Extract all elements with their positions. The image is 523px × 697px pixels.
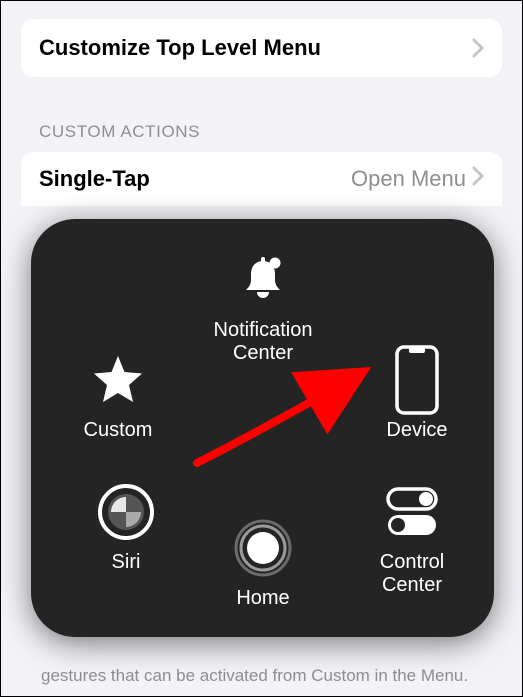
home-button-icon [233, 517, 293, 579]
assistive-notification-center-label: Notification Center [198, 319, 328, 365]
assistive-notification-center[interactable]: Notification Center [198, 249, 328, 365]
assistive-siri-label: Siri [112, 551, 141, 574]
bell-icon [235, 249, 291, 311]
assistive-home[interactable]: Home [198, 517, 328, 610]
assistive-custom[interactable]: Custom [53, 349, 183, 442]
footer-description: gestures that can be activated from Cust… [41, 665, 482, 688]
assistive-home-label: Home [236, 587, 289, 610]
assistive-device[interactable]: Device [362, 349, 472, 442]
single-tap-row[interactable]: Single-Tap Open Menu [21, 152, 502, 206]
single-tap-value: Open Menu [351, 166, 466, 192]
phone-icon [394, 349, 440, 411]
custom-actions-section-header: CUSTOM ACTIONS [39, 122, 502, 142]
assistive-custom-label: Custom [84, 419, 153, 442]
single-tap-label: Single-Tap [39, 166, 150, 192]
assistive-device-label: Device [386, 419, 447, 442]
assistive-control-center-label: Control Center [352, 551, 472, 597]
assistive-control-center[interactable]: Control Center [352, 481, 472, 597]
siri-icon [97, 481, 155, 543]
chevron-right-icon [472, 166, 484, 192]
assistive-siri[interactable]: Siri [71, 481, 181, 574]
chevron-right-icon [472, 38, 484, 58]
toggles-icon [382, 481, 442, 543]
star-icon [90, 349, 146, 411]
customize-top-level-menu-row[interactable]: Customize Top Level Menu [21, 19, 502, 77]
assistive-touch-menu: Notification Center Custom Device [31, 219, 494, 637]
customize-top-level-menu-label: Customize Top Level Menu [39, 35, 321, 61]
